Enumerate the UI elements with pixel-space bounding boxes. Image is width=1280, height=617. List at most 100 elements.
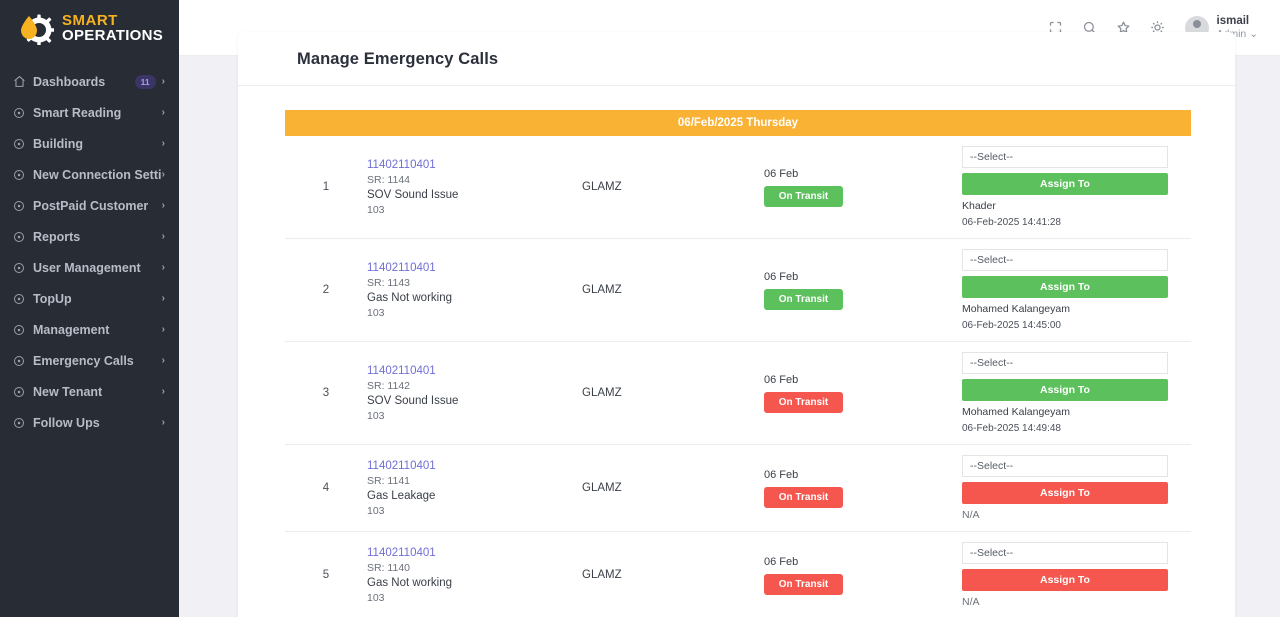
sidebar-item-reports[interactable]: Reports › (0, 221, 179, 252)
chevron-right-icon: › (161, 293, 165, 304)
building-name: GLAMZ (582, 181, 622, 193)
sidebar-item-label: Smart Reading (33, 105, 122, 120)
row-assignment: --Select-- Assign To Khader 06-Feb-2025 … (962, 136, 1191, 238)
home-icon (13, 75, 33, 88)
table-row: 4 11402110401 SR: 1141 Gas Leakage 103 G… (285, 445, 1191, 532)
row-index: 5 (322, 569, 330, 581)
circle-dot-icon (13, 200, 33, 212)
sidebar-item-dashboards[interactable]: Dashboards 11 › (0, 66, 179, 97)
sidebar-item-emergency-calls[interactable]: Emergency Calls › (0, 345, 179, 376)
building-name: GLAMZ (582, 569, 622, 581)
app-root: SMART OPERATIONS Dashboards 11 › Smart R… (0, 0, 1280, 617)
issue-type: SOV Sound Issue (367, 188, 459, 201)
assign-to-button[interactable]: Assign To (962, 379, 1168, 401)
row-status: 06 Feb On Transit (764, 239, 962, 341)
extension-number: 103 (367, 591, 385, 604)
emergency-calls-card: Manage Emergency Calls 06/Feb/2025 Thurs… (238, 32, 1235, 617)
building-name: GLAMZ (582, 482, 622, 494)
issue-type: Gas Leakage (367, 489, 436, 502)
sidebar-item-smart-reading[interactable]: Smart Reading › (0, 97, 179, 128)
water-drop-gear-icon (18, 11, 55, 46)
chevron-right-icon: › (161, 76, 165, 87)
chevron-right-icon: › (161, 107, 165, 118)
sidebar-item-follow-ups[interactable]: Follow Ups › (0, 407, 179, 438)
service-request-id: SR: 1140 (367, 561, 410, 574)
page-title: Manage Emergency Calls (297, 50, 499, 68)
assignee-select[interactable]: --Select-- (962, 146, 1168, 168)
row-info: 11402110401 SR: 1140 Gas Not working 103 (367, 532, 582, 617)
sidebar-item-user-management[interactable]: User Management › (0, 252, 179, 283)
sidebar-item-label: Emergency Calls (33, 353, 134, 368)
sidebar-item-label: Reports (33, 229, 81, 244)
sidebar-item-building[interactable]: Building › (0, 128, 179, 159)
status-badge[interactable]: On Transit (764, 185, 843, 207)
service-request-id: SR: 1144 (367, 173, 410, 186)
sidebar-item-label: Dashboards (33, 74, 106, 89)
circle-dot-icon (13, 138, 33, 150)
account-link[interactable]: 11402110401 (367, 460, 582, 472)
main-area: ismail Admin ⌄ Manage Emergency Calls 06… (179, 0, 1280, 617)
dashboards-count-badge: 11 (134, 74, 156, 89)
status-badge[interactable]: On Transit (764, 486, 843, 508)
issue-type: Gas Not working (367, 576, 453, 589)
assignee-select[interactable]: --Select-- (962, 249, 1168, 271)
account-link[interactable]: 11402110401 (367, 547, 582, 559)
status-badge[interactable]: On Transit (764, 391, 843, 413)
sidebar-item-new-tenant[interactable]: New Tenant › (0, 376, 179, 407)
date-header-bar: 06/Feb/2025 Thursday (285, 110, 1191, 136)
row-index: 2 (322, 284, 330, 296)
assign-to-button[interactable]: Assign To (962, 173, 1168, 195)
row-assignment: --Select-- Assign To N/A (962, 532, 1191, 617)
account-link[interactable]: 11402110401 (367, 365, 582, 377)
assignee-select[interactable]: --Select-- (962, 455, 1168, 477)
status-badge[interactable]: On Transit (764, 288, 843, 310)
assigned-timestamp: 06-Feb-2025 14:49:48 (962, 423, 1061, 434)
assign-to-button[interactable]: Assign To (962, 569, 1168, 591)
row-status: 06 Feb On Transit (764, 136, 962, 238)
assigned-timestamp: 06-Feb-2025 14:41:28 (962, 217, 1061, 228)
chevron-right-icon: › (161, 386, 165, 397)
sidebar-item-label: PostPaid Customer (33, 198, 149, 213)
extension-number: 103 (367, 409, 385, 422)
sidebar-item-topup[interactable]: TopUp › (0, 283, 179, 314)
building-name: GLAMZ (582, 387, 622, 399)
row-status: 06 Feb On Transit (764, 342, 962, 444)
sidebar-item-label: Follow Ups (33, 415, 100, 430)
assignee-name: Khader (962, 200, 996, 212)
assignee-name: Mohamed Kalangeyam (962, 303, 1070, 315)
extension-number: 103 (367, 203, 385, 216)
issue-type: Gas Not working (367, 291, 453, 304)
sidebar-item-management[interactable]: Management › (0, 314, 179, 345)
assignee-name: N/A (962, 596, 980, 608)
status-date: 06 Feb (764, 167, 799, 180)
sidebar-item-label: User Management (33, 260, 141, 275)
account-link[interactable]: 11402110401 (367, 159, 582, 171)
chevron-right-icon: › (161, 169, 165, 180)
service-request-id: SR: 1143 (367, 276, 410, 289)
assignee-select[interactable]: --Select-- (962, 542, 1168, 564)
row-index: 1 (322, 181, 330, 193)
circle-dot-icon (13, 386, 33, 398)
circle-dot-icon (13, 107, 33, 119)
circle-dot-icon (13, 231, 33, 243)
assignee-select[interactable]: --Select-- (962, 352, 1168, 374)
chevron-right-icon: › (161, 200, 165, 211)
row-index: 4 (322, 482, 330, 494)
status-badge[interactable]: On Transit (764, 573, 843, 595)
account-link[interactable]: 11402110401 (367, 262, 582, 274)
user-name: ismail (1216, 14, 1250, 27)
assign-to-button[interactable]: Assign To (962, 276, 1168, 298)
assign-to-button[interactable]: Assign To (962, 482, 1168, 504)
sidebar-item-label: Building (33, 136, 83, 151)
row-info: 11402110401 SR: 1142 SOV Sound Issue 103 (367, 342, 582, 444)
sidebar-item-new-connection-settings[interactable]: New Connection Settings › (0, 159, 179, 190)
circle-dot-icon (13, 169, 33, 181)
card-header: Manage Emergency Calls (238, 32, 1235, 86)
table-row: 2 11402110401 SR: 1143 Gas Not working 1… (285, 239, 1191, 342)
circle-dot-icon (13, 355, 33, 367)
sidebar-item-postpaid-customer[interactable]: PostPaid Customer › (0, 190, 179, 221)
row-assignment: --Select-- Assign To N/A (962, 445, 1191, 531)
sidebar-item-label: TopUp (33, 291, 72, 306)
brand-logo-block[interactable]: SMART OPERATIONS (0, 0, 179, 56)
table-row: 1 11402110401 SR: 1144 SOV Sound Issue 1… (285, 136, 1191, 239)
